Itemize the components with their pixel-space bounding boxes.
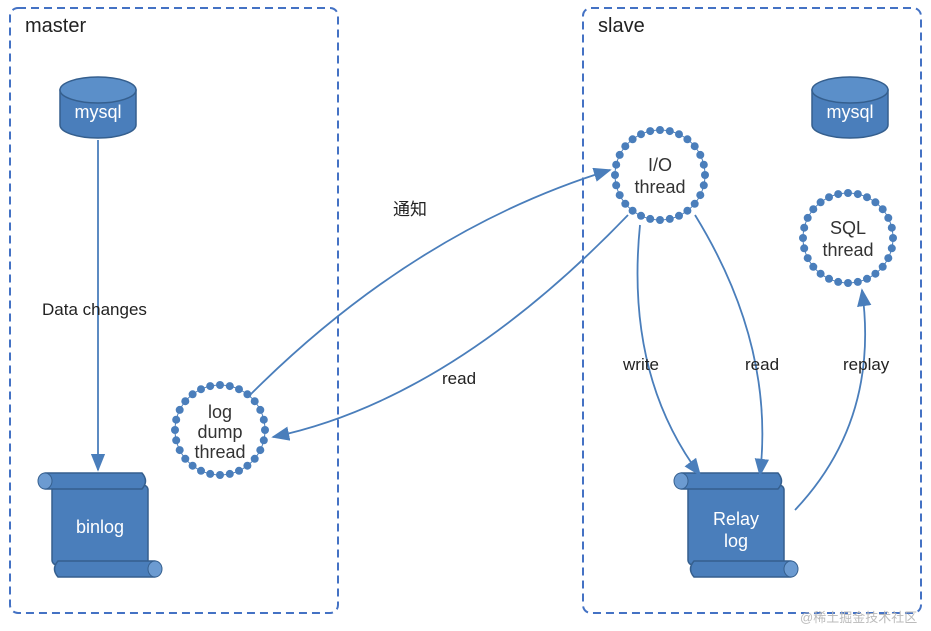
label-read-relay: read: [745, 355, 779, 374]
binlog-node: binlog: [38, 473, 162, 577]
edge-replay: [795, 290, 865, 510]
svg-text:log: log: [724, 531, 748, 551]
log-dump-thread: log dump thread: [171, 381, 269, 479]
edge-read-relay: [695, 215, 762, 475]
relay-log-node: Relay log: [674, 473, 798, 577]
sql-thread: SQL thread: [799, 189, 897, 287]
slave-title: slave: [598, 15, 645, 37]
svg-text:thread: thread: [634, 177, 685, 197]
master-mysql-db: mysql: [60, 77, 136, 138]
label-data-changes: Data changes: [42, 300, 147, 319]
master-title: master: [25, 15, 86, 37]
slave-mysql-db: mysql: [812, 77, 888, 138]
svg-text:SQL: SQL: [830, 218, 866, 238]
edge-write: [638, 225, 701, 475]
svg-text:dump: dump: [197, 422, 242, 442]
svg-text:binlog: binlog: [76, 517, 124, 537]
svg-text:mysql: mysql: [826, 102, 873, 122]
svg-text:Relay: Relay: [713, 509, 759, 529]
io-thread: I/O thread: [611, 126, 709, 224]
watermark: @稀土掘金技术社区: [800, 610, 917, 625]
svg-text:I/O: I/O: [648, 155, 672, 175]
svg-text:thread: thread: [194, 442, 245, 462]
replication-diagram: master slave mysql mysql binlog Relay lo…: [0, 0, 931, 631]
svg-text:log: log: [208, 402, 232, 422]
label-write: write: [622, 355, 659, 374]
edge-notify: [250, 170, 610, 395]
label-read-dump: read: [442, 369, 476, 388]
svg-text:thread: thread: [822, 240, 873, 260]
svg-text:mysql: mysql: [74, 102, 121, 122]
label-replay: replay: [843, 355, 890, 374]
label-notify: 通知: [393, 200, 427, 219]
